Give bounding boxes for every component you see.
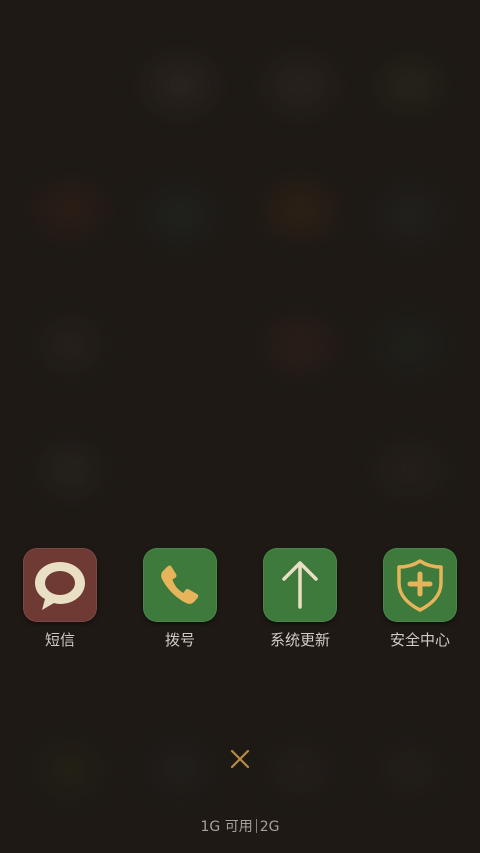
- security-center-app-icon[interactable]: [383, 548, 457, 622]
- recents-overlay: [0, 0, 480, 853]
- recent-app-dialer[interactable]: 拨号: [120, 548, 240, 649]
- recent-app-messages[interactable]: 短信: [0, 548, 120, 649]
- recent-app-system-update[interactable]: 系统更新: [240, 548, 360, 649]
- app-label-security-center: 安全中心: [389, 631, 450, 649]
- app-label-dialer: 拨号: [164, 631, 195, 649]
- dialer-app-icon[interactable]: [143, 548, 217, 622]
- shield-plus-icon: [397, 559, 443, 612]
- system-update-app-icon[interactable]: [263, 548, 337, 622]
- memory-status: 1G 可用 2G: [0, 816, 480, 836]
- recent-apps-row: 短信 拨号 系统更新 安全中心: [0, 548, 480, 658]
- app-label-system-update: 系统更新: [269, 631, 330, 649]
- clear-all-button[interactable]: [222, 741, 258, 777]
- app-label-messages: 短信: [44, 631, 75, 649]
- messages-app-icon[interactable]: [23, 548, 97, 622]
- message-bubble-icon: [35, 562, 85, 610]
- memory-available: 1G 可用: [200, 819, 253, 835]
- arrow-up-icon: [282, 561, 318, 609]
- recent-app-security-center[interactable]: 安全中心: [360, 548, 480, 649]
- close-icon: [230, 749, 250, 769]
- memory-divider: [255, 819, 257, 833]
- memory-total: 2G: [259, 819, 280, 835]
- phone-icon: [161, 565, 199, 604]
